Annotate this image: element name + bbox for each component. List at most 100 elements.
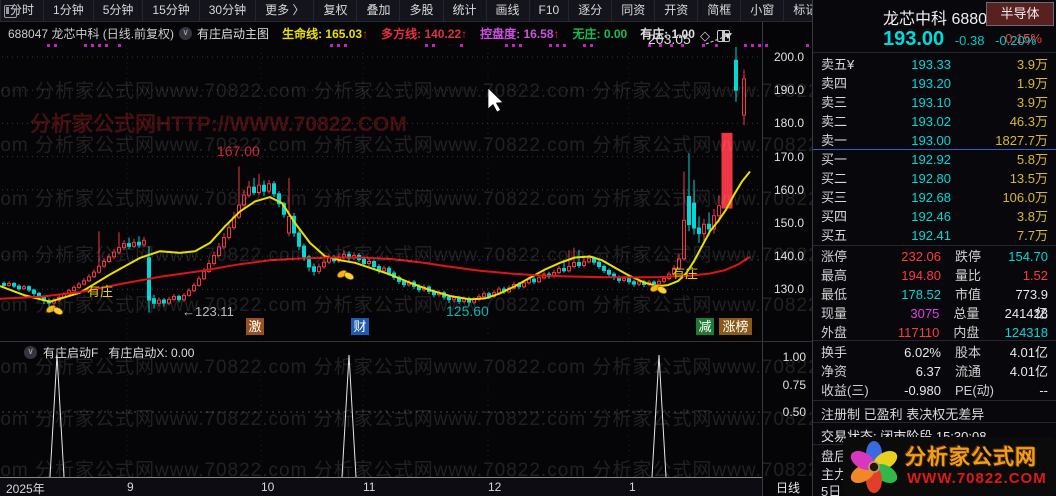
order-book-row[interactable]: 卖一 193.00 1827.7万 xyxy=(813,131,1056,150)
candle-body xyxy=(622,277,626,281)
candle-body xyxy=(247,186,251,196)
time-axis[interactable]: 2025年 9 10 11 12 1 xyxy=(0,477,762,496)
price-axis-label: 180.0 xyxy=(773,116,804,131)
candle-body xyxy=(132,241,136,247)
candle-body xyxy=(742,78,746,116)
candle-body xyxy=(22,286,26,290)
candle-body xyxy=(692,202,696,229)
toolbar-item[interactable]: 5分钟 xyxy=(94,0,144,21)
candle-body xyxy=(602,266,606,271)
level-label: 买三 xyxy=(821,190,848,205)
level-label: 买二 xyxy=(821,171,848,186)
stock-name: 龙芯中科 xyxy=(883,11,948,28)
toolbar-item[interactable]: 统计 xyxy=(444,0,487,21)
order-book-row[interactable]: 卖三 193.10 3.9万 xyxy=(813,93,1056,112)
candle-body xyxy=(582,261,586,266)
toolbar-item[interactable]: 开资 xyxy=(655,0,699,21)
candle-body xyxy=(222,237,226,248)
toolbar-item[interactable]: 15分钟 xyxy=(143,0,200,21)
order-book-row[interactable]: 卖二 193.02 46.3万 xyxy=(813,112,1056,131)
candle-body xyxy=(382,267,386,272)
order-book-row[interactable]: 买四 192.46 3.8万 xyxy=(813,207,1056,226)
candle-body xyxy=(142,239,146,246)
candle-body xyxy=(572,262,576,267)
candle-body xyxy=(662,277,666,282)
candle-body xyxy=(32,289,36,294)
toolbar-item[interactable]: 画线 xyxy=(487,0,530,21)
candle-body xyxy=(87,276,91,282)
order-book-row[interactable]: 卖四 193.20 1.9万 xyxy=(813,74,1056,93)
level-volume: 5.8万 xyxy=(1016,152,1048,167)
order-book-row[interactable]: 买二 192.80 13.5万 xyxy=(813,169,1056,188)
level-label: 卖五¥ xyxy=(821,57,855,72)
signal-spike xyxy=(341,354,357,478)
candle-body xyxy=(482,293,486,298)
candle-body xyxy=(297,232,301,247)
candle-body xyxy=(577,262,581,266)
candle-body xyxy=(82,280,86,285)
price-axis-label: 200.0 xyxy=(773,50,804,64)
level-volume: 7.7万 xyxy=(1016,228,1048,243)
price-change-pct: -0.20% xyxy=(995,33,1037,48)
toolbar-item[interactable]: F10 xyxy=(530,0,570,21)
toolbar-item[interactable]: 逐分 xyxy=(569,0,613,21)
order-book-row[interactable]: 卖五¥ 193.33 3.9万 xyxy=(813,55,1056,74)
signal-spike xyxy=(49,354,65,478)
indicator-value-chip: 控盘度: 16.58↑ xyxy=(480,27,560,41)
site-logo[interactable]: 分析家公式网 WWW.70822.COM xyxy=(843,437,1056,496)
price-axis-label: 190.0 xyxy=(773,83,804,98)
flower-logo-icon xyxy=(850,441,898,493)
toolbar-item[interactable]: 1分钟 xyxy=(44,0,94,21)
candle-body xyxy=(17,285,21,290)
toolbar-item[interactable]: 简框 xyxy=(698,0,742,21)
candle-body xyxy=(157,299,161,304)
split-window-icon[interactable] xyxy=(717,30,730,42)
quote-header: 龙芯中科 688047 KR300 半导体 0.15% xyxy=(813,0,1056,46)
candle-body xyxy=(27,286,31,291)
candle-body xyxy=(557,268,561,273)
candle-body xyxy=(447,296,451,301)
level-price: 192.46 xyxy=(911,209,951,224)
sector-tab[interactable]: 半导体 xyxy=(986,2,1054,26)
chart-annotation: 125.60 xyxy=(446,303,489,319)
time-axis-label: 9 xyxy=(127,480,134,494)
window-toggle-icon[interactable] xyxy=(0,0,17,21)
candle-body xyxy=(112,251,116,258)
price-change: -0.38 xyxy=(954,33,985,48)
symbol-title: 688047 龙芯中科 (日线.前复权) xyxy=(8,27,175,41)
chevron-down-icon[interactable]: ∨ xyxy=(24,345,37,359)
level-volume: 1827.7万 xyxy=(995,133,1048,148)
toolbar-item[interactable]: 叠加 xyxy=(357,0,401,21)
order-book-row[interactable]: 买五 192.41 7.7万 xyxy=(813,226,1056,245)
candle-body xyxy=(717,205,721,217)
chart-right-border xyxy=(762,22,763,496)
toolbar-item[interactable]: 多股 xyxy=(400,0,444,21)
toolbar-item[interactable]: 同资 xyxy=(612,0,656,21)
toolbar-item[interactable]: 复权 xyxy=(314,0,358,21)
last-price: 193.00 xyxy=(883,28,945,50)
candle-body xyxy=(182,294,186,301)
toolbar-item[interactable]: 小窗 xyxy=(741,0,785,21)
chevron-down-icon[interactable]: ∨ xyxy=(179,27,193,40)
candle-body xyxy=(302,245,306,258)
level-volume: 3.9万 xyxy=(1016,57,1048,72)
diamond-icon[interactable]: ◇ xyxy=(700,28,710,44)
candle-body xyxy=(262,184,266,192)
event-badge-label: 减 xyxy=(698,319,711,334)
symbol-indicator-row: 688047 龙芯中科 (日线.前复权) ∨ 有庄启动主图 生命线: 165.0… xyxy=(0,22,762,45)
order-book-row[interactable]: 买一 192.92 5.8万 xyxy=(813,150,1056,169)
level-price: 193.10 xyxy=(911,95,951,110)
candle-body xyxy=(2,282,6,286)
candle-body xyxy=(202,271,206,280)
level-label: 买一 xyxy=(821,152,848,167)
quote-price-row: 193.00 -0.38 -0.20% xyxy=(883,28,1036,51)
candle-body xyxy=(362,259,366,264)
indicator-value-chip: 生命线: 165.03↑ xyxy=(282,27,369,41)
toolbar-item[interactable]: 更多 〉 xyxy=(256,0,315,21)
candle-body xyxy=(167,298,171,304)
event-badge-label: 财 xyxy=(353,319,366,334)
order-book-row[interactable]: 买三 192.68 106.0万 xyxy=(813,188,1056,207)
toolbar-item[interactable]: 30分钟 xyxy=(200,0,257,21)
magenta-dot xyxy=(765,44,768,47)
candle-body xyxy=(342,253,346,258)
